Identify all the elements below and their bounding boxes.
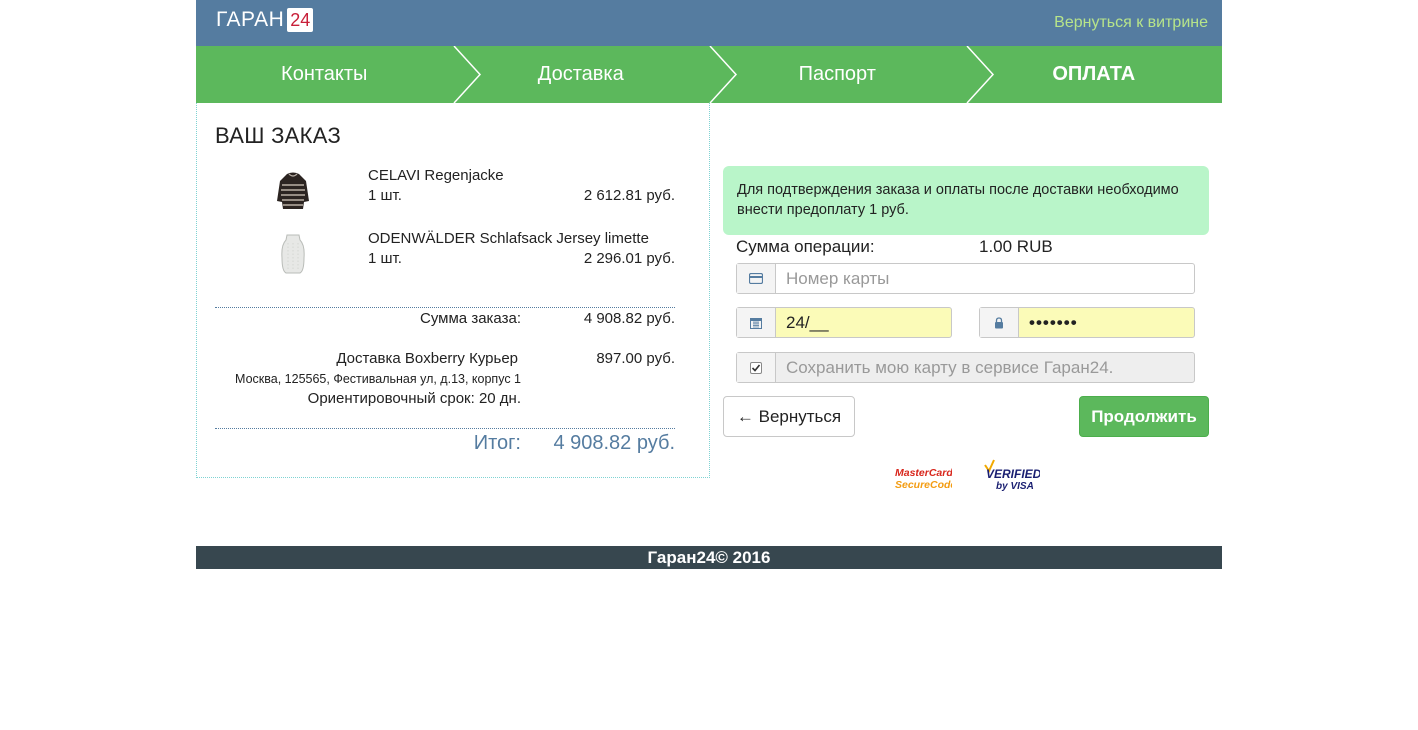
- credit-card-icon: [737, 264, 776, 293]
- item-price: 2 612.81 руб.: [583, 187, 675, 204]
- order-sum-value: 4 908.82 руб.: [583, 310, 675, 327]
- mastercard-text: MasterCard.: [895, 467, 952, 479]
- sleeping-bag-icon: [271, 230, 315, 278]
- save-card-label: Сохранить мою карту в сервисе Гаран24.: [786, 357, 1114, 377]
- order-sum-label: Сумма заказа:: [420, 310, 521, 327]
- delivery-address: Москва, 125565, Фестивальная ул, д.13, к…: [235, 372, 521, 386]
- operation-amount-value: 1.00 RUB: [979, 237, 1053, 256]
- total-value: 4 908.82 руб.: [553, 432, 675, 454]
- order-title: ВАШ ЗАКАЗ: [215, 123, 342, 148]
- item-name: CELAVI Regenjacke: [368, 167, 504, 184]
- save-card-field: Сохранить мою карту в сервисе Гаран24.: [736, 352, 1195, 383]
- total-label: Итог:: [473, 432, 521, 454]
- item-qty: 1 шт.: [368, 250, 402, 267]
- footer: Гаран24© 2016: [196, 546, 1222, 569]
- verified-by-visa-logo: VERIFIED by VISA: [982, 459, 1042, 492]
- delivery-label: Доставка Boxberry Курьер: [336, 350, 518, 367]
- back-button[interactable]: ← Вернуться: [723, 396, 855, 437]
- step-payment[interactable]: ОПЛАТА: [966, 46, 1223, 103]
- checkout-steps: Контакты Доставка Паспорт ОПЛАТА: [196, 46, 1222, 103]
- step-separator-arrow-icon: [453, 46, 482, 103]
- top-bar: ГАРАН 24 Вернуться к витрине: [196, 0, 1222, 46]
- step-label: Доставка: [537, 63, 624, 85]
- step-contacts[interactable]: Контакты: [196, 46, 453, 103]
- calendar-icon: [737, 308, 776, 337]
- divider: [215, 428, 675, 429]
- save-card-checkbox[interactable]: [737, 353, 776, 382]
- logo-text: ГАРАН: [216, 8, 285, 31]
- card-number-input[interactable]: [776, 264, 1194, 293]
- order-item: ODENWÄLDER Schlafsack Jersey limette 1 ш…: [215, 230, 675, 280]
- card-number-field: [736, 263, 1195, 294]
- prepayment-notice: Для подтверждения заказа и оплаты после …: [723, 166, 1209, 235]
- step-delivery[interactable]: Доставка: [453, 46, 710, 103]
- logo[interactable]: ГАРАН 24: [216, 8, 314, 32]
- checkbox-checked-icon: [750, 361, 762, 374]
- step-label: ОПЛАТА: [1052, 63, 1136, 85]
- by-visa-text: by VISA: [996, 481, 1034, 491]
- mastercard-securecode-logo: MasterCard. SecureCode: [894, 465, 956, 491]
- step-label: Контакты: [281, 63, 368, 85]
- footer-copyright: Гаран24© 2016: [647, 548, 771, 567]
- cvv-input[interactable]: [1019, 308, 1194, 337]
- back-to-store-link[interactable]: Вернуться к витрине: [1054, 14, 1208, 32]
- order-summary: ВАШ ЗАКАЗ CELAVI Regenjacke 1 шт. 2 612.…: [196, 103, 710, 478]
- verified-text: VERIFIED: [986, 467, 1040, 481]
- page-wrapper: ГАРАН 24 Вернуться к витрине Контакты До…: [196, 0, 1222, 569]
- continue-button[interactable]: Продолжить: [1079, 396, 1209, 437]
- delivery-value: 897.00 руб.: [596, 350, 675, 367]
- expiry-input[interactable]: [776, 308, 951, 337]
- securecode-text: SecureCode: [895, 479, 952, 491]
- jacket-icon: [271, 167, 315, 215]
- lock-icon: [980, 308, 1019, 337]
- order-item: CELAVI Regenjacke 1 шт. 2 612.81 руб.: [215, 167, 675, 217]
- item-qty: 1 шт.: [368, 187, 402, 204]
- step-separator-arrow-icon: [709, 46, 738, 103]
- expiry-field: [736, 307, 952, 338]
- logo-badge: 24: [287, 8, 314, 32]
- step-separator-arrow-icon: [966, 46, 995, 103]
- divider: [215, 307, 675, 308]
- operation-amount-label: Сумма операции:: [736, 237, 875, 256]
- step-passport[interactable]: Паспорт: [709, 46, 966, 103]
- item-name: ODENWÄLDER Schlafsack Jersey limette: [368, 230, 649, 247]
- delivery-term: Ориентировочный срок: 20 дн.: [307, 390, 521, 407]
- step-label: Паспорт: [798, 63, 876, 85]
- item-price: 2 296.01 руб.: [583, 250, 675, 267]
- cvv-field: [979, 307, 1195, 338]
